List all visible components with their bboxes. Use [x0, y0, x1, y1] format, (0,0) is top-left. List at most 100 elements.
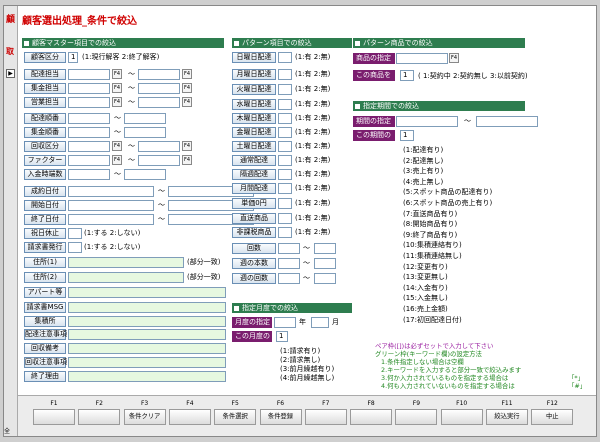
section-square-icon — [234, 40, 239, 46]
pattern-range-to[interactable] — [314, 243, 336, 254]
customer-range-from[interactable] — [68, 200, 154, 211]
pattern-field-note: (1:有 2:無) — [295, 184, 331, 192]
customer-f4-button[interactable]: F4 — [182, 69, 192, 79]
customer-f4-button[interactable]: F4 — [182, 155, 192, 165]
customer-keyword-input[interactable] — [68, 357, 226, 368]
pattern-range-from[interactable] — [278, 273, 300, 284]
customer-keyword-input[interactable] — [68, 343, 226, 354]
customer-range-to[interactable] — [138, 155, 180, 166]
period-from-input[interactable] — [396, 116, 458, 127]
customer-range-from[interactable] — [68, 97, 110, 108]
customer-keyword-input[interactable] — [68, 316, 226, 327]
pattern-range-to[interactable] — [314, 273, 336, 284]
pattern-field-input[interactable] — [278, 155, 292, 166]
period-to-input[interactable] — [476, 116, 538, 127]
function-key-button[interactable]: 条件登録 — [259, 409, 302, 425]
customer-f4-button[interactable]: F4 — [182, 83, 192, 93]
customer-keyword-input[interactable] — [68, 272, 184, 283]
function-key-button[interactable] — [440, 409, 483, 425]
customer-range-from[interactable] — [68, 127, 110, 138]
section-pattern-label: パターン項目での絞込 — [242, 39, 312, 47]
function-key-button[interactable] — [350, 409, 393, 425]
customer-range-to[interactable] — [138, 141, 180, 152]
customer-range-from[interactable] — [68, 186, 154, 197]
note-pair: ペア枠([])は必ずセットで入力して下さい — [375, 342, 494, 350]
customer-field-label: ファクター — [24, 155, 66, 166]
customer-range-from[interactable] — [68, 214, 154, 225]
function-key-f3: F3 条件クリア — [123, 396, 167, 436]
function-key-button[interactable]: 絞込実行 — [486, 409, 528, 425]
function-key-number: F3 — [140, 400, 149, 407]
pattern-field-input[interactable] — [278, 52, 292, 63]
customer-range-to[interactable] — [138, 97, 180, 108]
customer-f4-button[interactable]: F4 — [112, 83, 122, 93]
pattern-field-input[interactable] — [278, 198, 292, 209]
customer-range-to[interactable] — [124, 127, 166, 138]
customer-range-to[interactable] — [124, 169, 166, 180]
customer-f4-button[interactable]: F4 — [182, 97, 192, 107]
function-key-button[interactable] — [33, 409, 75, 425]
customer-range-sep: ～ — [158, 187, 165, 195]
function-key-button[interactable]: 条件選択 — [214, 409, 257, 425]
pattern-field-input[interactable] — [278, 113, 292, 124]
customer-range-from[interactable] — [68, 113, 110, 124]
product-this-input[interactable]: 1 — [400, 70, 414, 81]
customer-range-from[interactable] — [68, 155, 110, 166]
product-spec-input[interactable] — [396, 53, 448, 64]
pattern-field-input[interactable] — [278, 99, 292, 110]
pattern-field-input[interactable] — [278, 84, 292, 95]
customer-field-label: 終了日付 — [24, 214, 66, 225]
customer-keyword-input[interactable] — [68, 371, 226, 382]
customer-field-input[interactable]: 1 — [68, 52, 78, 63]
pattern-field-input[interactable] — [278, 69, 292, 80]
pattern-field-note: (1:有 2:無) — [295, 170, 331, 178]
filter-panel: 顧客選出処理_条件で絞込 顧客マスター項目での絞込 顧客区分 1 (1:現行解客 2… — [18, 6, 596, 436]
pattern-field-input[interactable] — [278, 213, 292, 224]
customer-f4-button[interactable]: F4 — [182, 141, 192, 151]
customer-keyword-input[interactable] — [68, 329, 226, 340]
pattern-range-to[interactable] — [314, 258, 336, 269]
customer-f4-button[interactable]: F4 — [112, 141, 122, 151]
product-this-label: この商品を — [353, 70, 395, 81]
customer-keyword-input[interactable] — [68, 302, 226, 313]
period-this-input[interactable]: 1 — [400, 130, 414, 141]
section-square-icon — [355, 103, 360, 109]
function-key-button[interactable] — [168, 409, 211, 425]
function-key-button[interactable] — [78, 409, 121, 425]
pattern-range-from[interactable] — [278, 243, 300, 254]
customer-range-to[interactable] — [138, 69, 180, 80]
function-key-button[interactable] — [304, 409, 347, 425]
function-key-button[interactable] — [395, 409, 438, 425]
pattern-field-input[interactable] — [278, 127, 292, 138]
pattern-field-input[interactable] — [278, 141, 292, 152]
customer-range-from[interactable] — [68, 83, 110, 94]
section-product-label: パターン商品での絞込 — [363, 39, 433, 47]
pattern-field-input[interactable] — [278, 183, 292, 194]
month-month-input[interactable] — [311, 317, 329, 328]
product-f4-button[interactable]: F4 — [449, 53, 459, 63]
function-key-button[interactable]: 条件クリア — [123, 409, 166, 425]
customer-keyword-input[interactable] — [68, 287, 226, 298]
customer-range-from[interactable] — [68, 141, 110, 152]
pattern-field-input[interactable] — [278, 169, 292, 180]
function-key-f6: F6 条件登録 — [259, 396, 303, 436]
customer-range-sep: ～ — [128, 156, 135, 164]
pattern-field-input[interactable] — [278, 227, 292, 238]
customer-field-input[interactable] — [68, 228, 82, 239]
customer-f4-button[interactable]: F4 — [112, 97, 122, 107]
customer-range-from[interactable] — [68, 169, 110, 180]
record-selector-icon[interactable]: ▶ — [6, 69, 15, 78]
customer-field-input[interactable] — [68, 242, 82, 253]
pattern-range-from[interactable] — [278, 258, 300, 269]
month-year-input[interactable] — [274, 317, 296, 328]
customer-range-to[interactable] — [138, 83, 180, 94]
customer-field-label: 回収注意事項 — [24, 357, 67, 368]
function-key-button[interactable]: 中止 — [531, 409, 574, 425]
customer-keyword-input[interactable] — [68, 257, 184, 268]
month-this-input[interactable]: 1 — [276, 331, 288, 342]
customer-range-from[interactable] — [68, 69, 110, 80]
customer-f4-button[interactable]: F4 — [112, 69, 122, 79]
page-title: 顧客選出処理_条件で絞込 — [22, 16, 137, 27]
customer-f4-button[interactable]: F4 — [112, 155, 122, 165]
customer-range-to[interactable] — [124, 113, 166, 124]
